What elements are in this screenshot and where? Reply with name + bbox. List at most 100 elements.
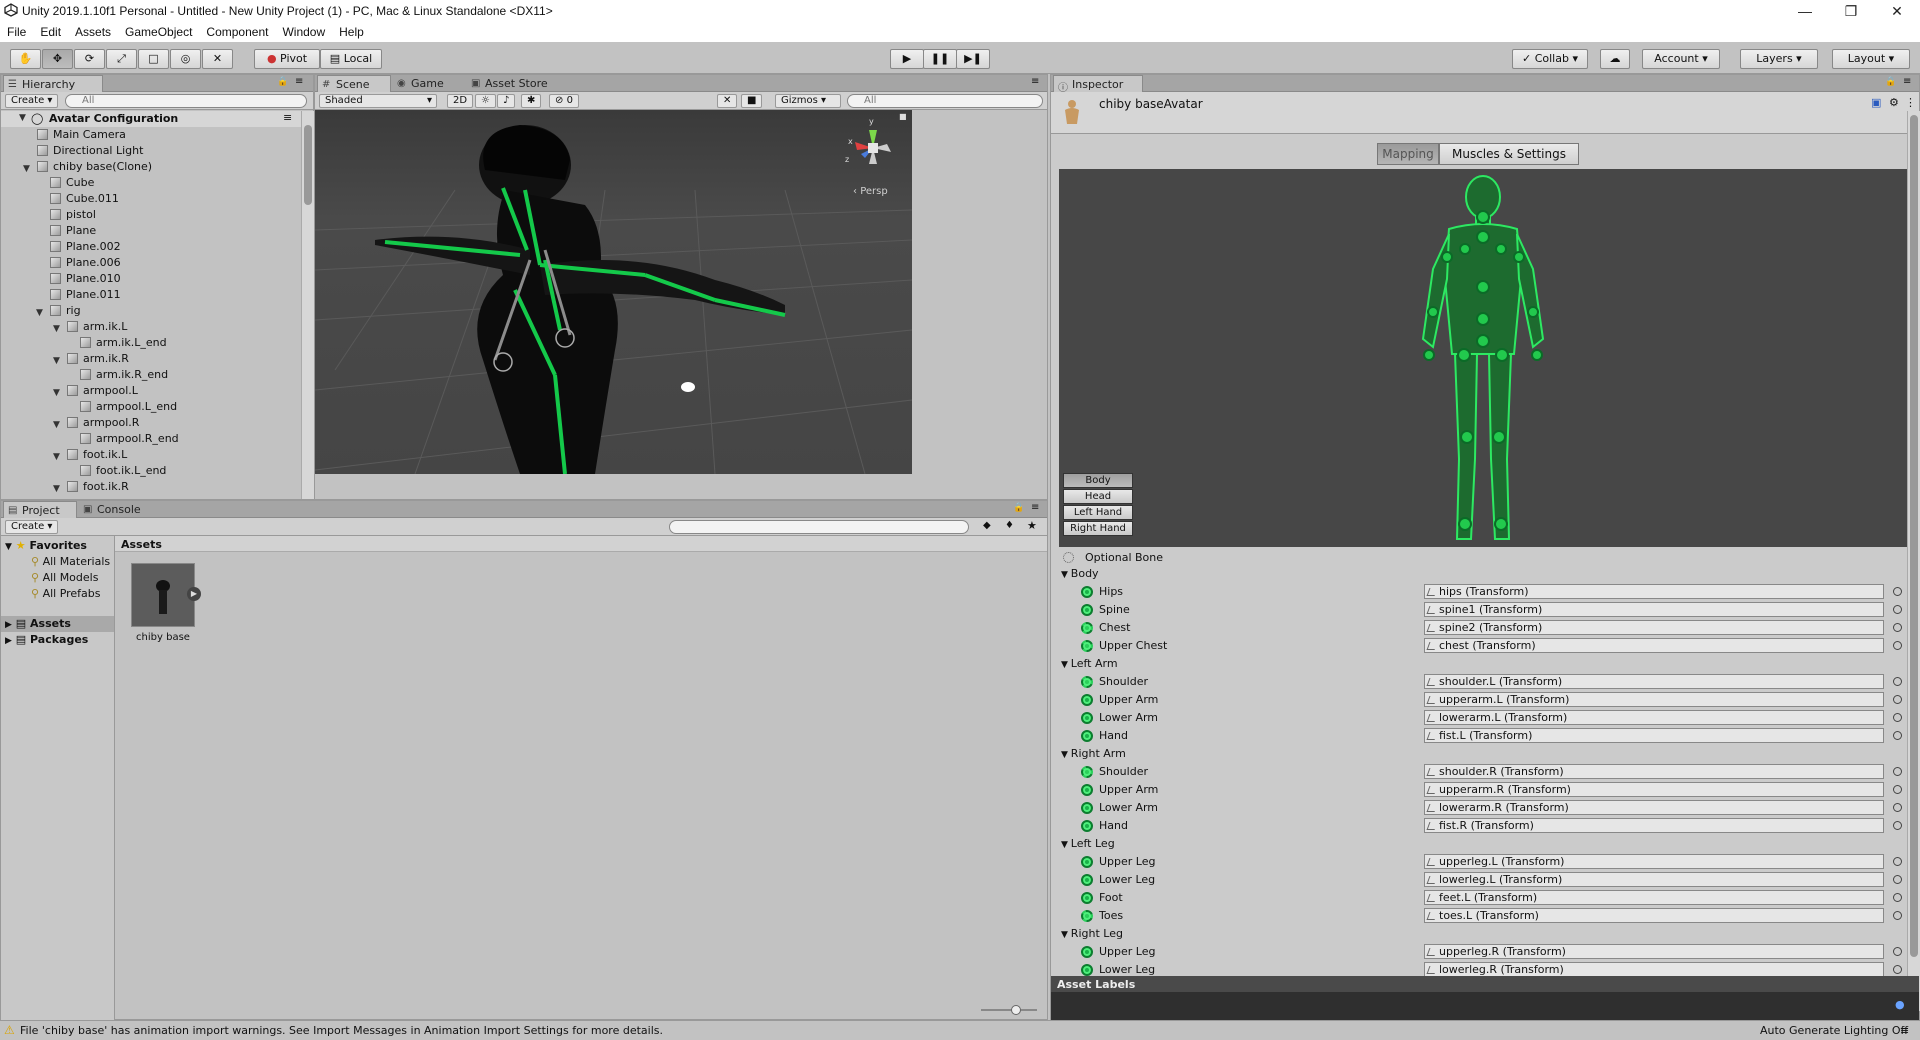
local-toggle[interactable]: ▤ Local [320,49,382,69]
bone-transform-field[interactable]: feet.L (Transform) [1424,890,1884,905]
tab-inspector[interactable]: ⓘ Inspector [1053,75,1143,94]
inspector-panel-menu-icon[interactable]: ≡ [1903,76,1911,87]
icon-size-slider[interactable] [981,1005,1037,1015]
hierarchy-scrollbar[interactable] [301,111,314,499]
scene-search-input[interactable]: All [847,94,1043,108]
filter-type-icon[interactable]: ◆ [983,520,991,531]
project-panel-menu-icon[interactable]: ≡ [1031,502,1039,513]
hierarchy-search-input[interactable]: All [65,94,307,108]
effects-dropdown[interactable]: ✱ [521,94,542,108]
hierarchy-item[interactable]: Plane.002 [1,239,299,255]
pivot-toggle[interactable]: ● Pivot [254,49,320,69]
hierarchy-item[interactable]: arm.ik.L_end [1,335,299,351]
bone-transform-field[interactable]: upperarm.R (Transform) [1424,782,1884,797]
hierarchy-scroll-thumb[interactable] [304,125,312,205]
tab-scene[interactable]: # Scene [317,75,391,92]
object-picker-icon[interactable] [1893,911,1902,920]
projection-label[interactable]: ‹ Persp [853,186,888,197]
hierarchy-item[interactable]: Plane.010 [1,271,299,287]
menu-component[interactable]: Component [199,22,275,39]
muscles-settings-tab[interactable]: Muscles & Settings [1439,143,1579,165]
component-menu-icon[interactable]: ⋮ [1905,96,1916,109]
left-hand-view-button[interactable]: Left Hand [1063,505,1133,520]
icon-size-slider-thumb[interactable] [1011,1005,1021,1015]
avatar-body-view[interactable]: Body Head Left Hand Right Hand [1059,169,1907,547]
hierarchy-item[interactable]: arm.ik.R_end [1,367,299,383]
menu-file[interactable]: File [0,22,33,39]
favorite-all-models[interactable]: ⚲ All Models [31,570,98,586]
favorites-folder[interactable]: ▼ ★ Favorites [5,538,87,554]
expand-arrow-icon[interactable]: ▼ [53,481,60,497]
minimize-button[interactable]: — [1782,0,1828,22]
hierarchy-item[interactable]: ▼ rig [1,303,299,319]
scale-tool-button[interactable]: ⤢ [106,49,137,69]
inspector-lock-icon[interactable]: 🔒 [1885,77,1896,87]
2d-toggle[interactable]: 2D [447,94,474,108]
favorite-star-icon[interactable]: ★ [1027,519,1037,532]
menu-assets[interactable]: Assets [68,22,118,39]
menu-window[interactable]: Window [275,22,332,39]
packages-folder[interactable]: ▶ ▤ Packages [5,632,88,648]
pause-button[interactable]: ❚❚ [923,49,957,69]
hierarchy-item[interactable]: Cube [1,175,299,191]
layers-dropdown[interactable]: Layers ▾ [1740,49,1818,69]
hierarchy-item[interactable]: Plane.006 [1,255,299,271]
body-view-button[interactable]: Body [1063,473,1133,488]
object-picker-icon[interactable] [1893,605,1902,614]
cloud-button[interactable]: ☁ [1600,49,1630,69]
bone-transform-field[interactable]: spine2 (Transform) [1424,620,1884,635]
settings-gear-icon[interactable]: ⚙ [1889,96,1899,109]
collab-dropdown[interactable]: ✓ Collab ▾ [1512,49,1588,69]
bone-group-header[interactable]: ▼ Body [1061,565,1099,583]
head-view-button[interactable]: Head [1063,489,1133,504]
hierarchy-item[interactable]: Plane [1,223,299,239]
play-button[interactable]: ▶ [890,49,924,69]
bone-group-header[interactable]: ▼ Right Leg [1061,925,1123,943]
bone-transform-field[interactable]: upperleg.L (Transform) [1424,854,1884,869]
hierarchy-item[interactable]: ▼ foot.ik.R [1,479,299,495]
bone-transform-field[interactable]: chest (Transform) [1424,638,1884,653]
inspector-scrollbar[interactable] [1907,111,1920,1011]
bone-transform-field[interactable]: spine1 (Transform) [1424,602,1884,617]
orientation-gizmo[interactable]: y x z [845,116,905,180]
hierarchy-item[interactable]: armpool.R_end [1,431,299,447]
object-picker-icon[interactable] [1893,623,1902,632]
hierarchy-item[interactable]: ▼ chiby base(Clone) [1,159,299,175]
bone-transform-field[interactable]: upperleg.R (Transform) [1424,944,1884,959]
bone-transform-field[interactable]: hips (Transform) [1424,584,1884,599]
object-picker-icon[interactable] [1893,785,1902,794]
favorite-all-prefabs[interactable]: ⚲ All Prefabs [31,586,101,602]
filter-label-icon[interactable]: ♦ [1005,520,1014,531]
bone-transform-field[interactable]: lowerleg.R (Transform) [1424,962,1884,977]
object-picker-icon[interactable] [1893,893,1902,902]
close-button[interactable]: ✕ [1874,0,1920,22]
bone-group-header[interactable]: ▼ Left Leg [1061,835,1115,853]
bone-transform-field[interactable]: lowerarm.L (Transform) [1424,710,1884,725]
hierarchy-item[interactable]: ▼ armpool.L [1,383,299,399]
shading-mode-dropdown[interactable]: Shaded ▾ [319,94,437,108]
move-tool-button[interactable]: ✥ [42,49,73,69]
hierarchy-root-row[interactable]: ▼ ◯ Avatar Configuration ≡ [1,111,301,127]
rect-tool-button[interactable]: □ [138,49,169,69]
tab-project[interactable]: ▤ Project [3,501,77,518]
expand-asset-button[interactable]: ▶ [187,587,201,601]
mapping-tab[interactable]: Mapping [1377,143,1439,165]
object-picker-icon[interactable] [1893,821,1902,830]
hierarchy-item[interactable]: Directional Light [1,143,299,159]
asset-thumbnail[interactable] [131,563,195,627]
object-picker-icon[interactable] [1893,767,1902,776]
help-book-icon[interactable]: ▣ [1871,96,1881,109]
hierarchy-item[interactable]: ▼ arm.ik.L [1,319,299,335]
rotate-tool-button[interactable]: ⟳ [74,49,105,69]
bone-group-header[interactable]: ▼ Right Arm [1061,745,1126,763]
bone-transform-field[interactable]: lowerarm.R (Transform) [1424,800,1884,815]
expand-arrow-icon[interactable]: ▼ [19,113,26,123]
step-button[interactable]: ▶❚ [956,49,990,69]
hierarchy-item[interactable]: armpool.L_end [1,399,299,415]
scene-lock-icon[interactable]: ■ [899,112,907,121]
tab-console[interactable]: ▣ Console [79,501,155,518]
menu-gameobject[interactable]: GameObject [118,22,199,39]
tab-asset-store[interactable]: ▣ Asset Store [467,75,567,92]
scene-panel-menu-icon[interactable]: ≡ [1031,76,1039,87]
object-picker-icon[interactable] [1893,875,1902,884]
